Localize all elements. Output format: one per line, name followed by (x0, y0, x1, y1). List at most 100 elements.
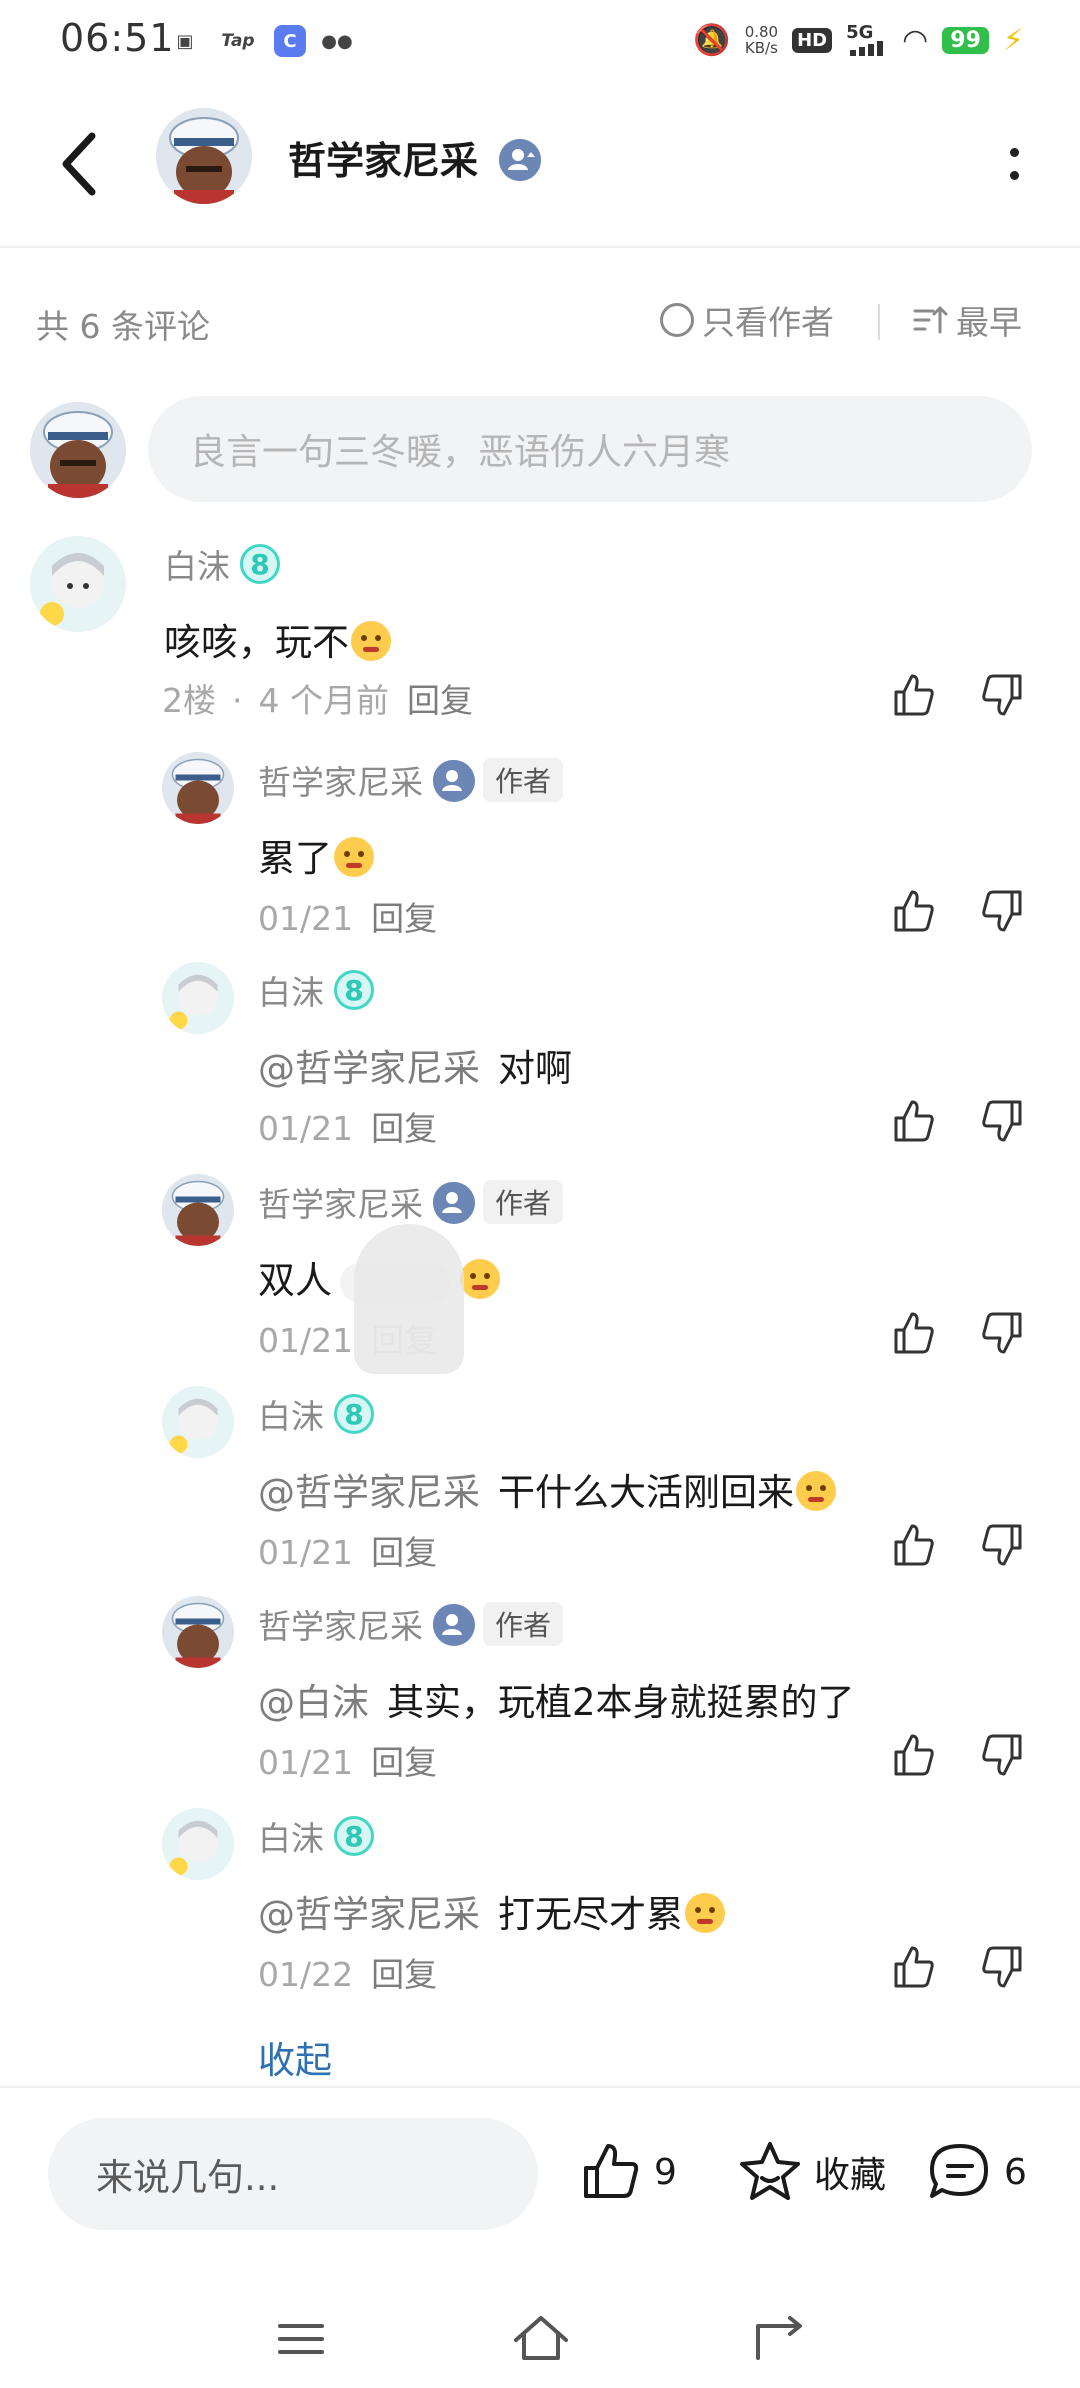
reply-button[interactable]: 回复 (407, 681, 473, 720)
dislike-button[interactable] (978, 1520, 1028, 1570)
reply-button[interactable]: 回复 (371, 1109, 437, 1148)
reply-username[interactable]: 哲学家尼采 作者 (258, 1600, 564, 1648)
mute-icon: 🔕 (693, 22, 731, 58)
emoji-icon (685, 1892, 725, 1933)
anime-avatar-icon (162, 962, 234, 1034)
header: 哲学家尼采 (0, 84, 1080, 248)
author-badge: 作者 (483, 1602, 564, 1646)
user-avatar[interactable] (162, 1808, 234, 1880)
hd-badge: HD (792, 27, 833, 53)
tv-icon: ▣ (176, 30, 194, 52)
reply-button[interactable]: 回复 (371, 899, 437, 938)
like-button[interactable] (888, 886, 938, 936)
reply-text: @哲学家尼采 干什么大活刚回来 (258, 1462, 836, 1516)
comment-summary: 共 6 条评论 只看作者 最早 (36, 296, 1046, 346)
like-button[interactable] (888, 1942, 938, 1992)
signal-icon: 5G (846, 22, 888, 58)
reply-username[interactable]: 白沫 8 (258, 966, 374, 1014)
reply-button[interactable]: 回复 (371, 1743, 437, 1782)
like-button[interactable] (888, 670, 938, 720)
bottom-divider (0, 2086, 1080, 2088)
reply-username[interactable]: 白沫 8 (258, 1812, 374, 1860)
comment-username[interactable]: 白沫 8 (164, 540, 280, 588)
user-avatar[interactable] (30, 536, 126, 632)
reply-button[interactable]: 回复 (371, 1533, 437, 1572)
back-button[interactable] (52, 124, 112, 204)
user-avatar[interactable] (162, 962, 234, 1034)
verified-user-icon (433, 1182, 475, 1224)
reply-text: @哲学家尼采 对啊 (258, 1047, 572, 1090)
back-nav-icon (756, 2316, 802, 2360)
marine-avatar-icon (30, 402, 126, 498)
reply-meta: 01/21回复 (258, 1533, 438, 1572)
like-button[interactable] (888, 1730, 938, 1780)
net-speed: 0.80 KB/s (744, 23, 779, 57)
reply-meta: 01/21回复 (258, 1743, 438, 1782)
thumbs-down-icon (982, 1734, 1022, 1776)
back-arrow-icon (62, 132, 96, 196)
mention[interactable]: @哲学家尼采 (258, 1047, 480, 1090)
more-options-button[interactable] (994, 132, 1034, 196)
like-button[interactable] (888, 1096, 938, 1146)
comment-input[interactable]: 良言一句三冬暖，恶语伤人六月寒 (148, 396, 1032, 502)
radio-icon (660, 303, 694, 337)
like-post-button[interactable]: 9 (576, 2138, 677, 2206)
user-avatar[interactable] (162, 1174, 234, 1246)
dislike-button[interactable] (978, 1942, 1028, 1992)
like-button[interactable] (888, 1520, 938, 1570)
menu-nav-button[interactable] (266, 2304, 336, 2374)
user-avatar[interactable] (162, 752, 234, 824)
dislike-button[interactable] (978, 670, 1028, 720)
touch-overlay (354, 1224, 464, 1374)
marine-avatar-icon (162, 752, 234, 824)
sort-button[interactable]: 最早 (912, 296, 1022, 344)
mention[interactable]: @哲学家尼采 (258, 1471, 480, 1514)
comments-button[interactable]: 6 (926, 2138, 1027, 2206)
home-nav-button[interactable] (506, 2304, 576, 2374)
reply-username[interactable]: 哲学家尼采 作者 (258, 756, 564, 804)
reply-meta: 01/22 回复 (258, 1955, 438, 1994)
anime-avatar-icon (162, 1808, 234, 1880)
system-nav-bar (0, 2290, 1080, 2388)
anime-avatar-icon (162, 1386, 234, 1458)
divider (878, 304, 880, 340)
level-badge: 8 (334, 1394, 374, 1434)
author-only-toggle[interactable]: 只看作者 (660, 296, 834, 344)
back-nav-button[interactable] (744, 2304, 814, 2374)
thumbs-up-icon (584, 2144, 639, 2198)
mention[interactable]: @白沫 (258, 1681, 369, 1724)
dislike-button[interactable] (978, 1308, 1028, 1358)
user-avatar[interactable] (162, 1386, 234, 1458)
thumbs-up-icon (894, 1100, 934, 1142)
user-avatar[interactable] (162, 1596, 234, 1668)
mention[interactable]: @哲学家尼采 (258, 1893, 480, 1936)
dislike-button[interactable] (978, 886, 1028, 936)
header-username[interactable]: 哲学家尼采 (288, 130, 542, 185)
like-button[interactable] (888, 1308, 938, 1358)
status-left-icons: ▣ Tap C ●● (168, 24, 354, 58)
verified-user-icon (433, 1604, 475, 1646)
comment-text: 咳咳，玩不 (164, 612, 391, 666)
reply-meta: 01/21回复 (258, 899, 438, 938)
chat-bubble-icon (930, 2144, 988, 2198)
author-avatar[interactable] (156, 108, 252, 204)
reply-username[interactable]: 白沫 8 (258, 1390, 374, 1438)
charging-icon: ⚡ (1002, 22, 1024, 58)
dislike-button[interactable] (978, 1730, 1028, 1780)
marine-avatar-icon (162, 1596, 234, 1668)
reply-input[interactable]: 来说几句... (48, 2118, 538, 2230)
thumbs-down-icon (982, 1312, 1022, 1354)
reply-button[interactable]: 回复 (371, 1955, 437, 1994)
reply-text: 累了 (258, 828, 374, 882)
reply-username[interactable]: 哲学家尼采 作者 (258, 1178, 564, 1226)
status-bar: 06:51 ▣ Tap C ●● 🔕 0.80 KB/s HD 5G ◠ 99 … (0, 0, 1080, 84)
emoji-icon (351, 620, 391, 661)
dislike-button[interactable] (978, 1096, 1028, 1146)
menu-icon (278, 2324, 324, 2354)
marine-avatar-icon (162, 1174, 234, 1246)
thumbs-up-icon (894, 890, 934, 932)
favorite-button[interactable]: 收藏 (736, 2138, 886, 2206)
collapse-replies-link[interactable]: 收起 (258, 2030, 332, 2084)
level-badge: 8 (334, 970, 374, 1010)
wifi-icon: ◠ (902, 22, 929, 58)
